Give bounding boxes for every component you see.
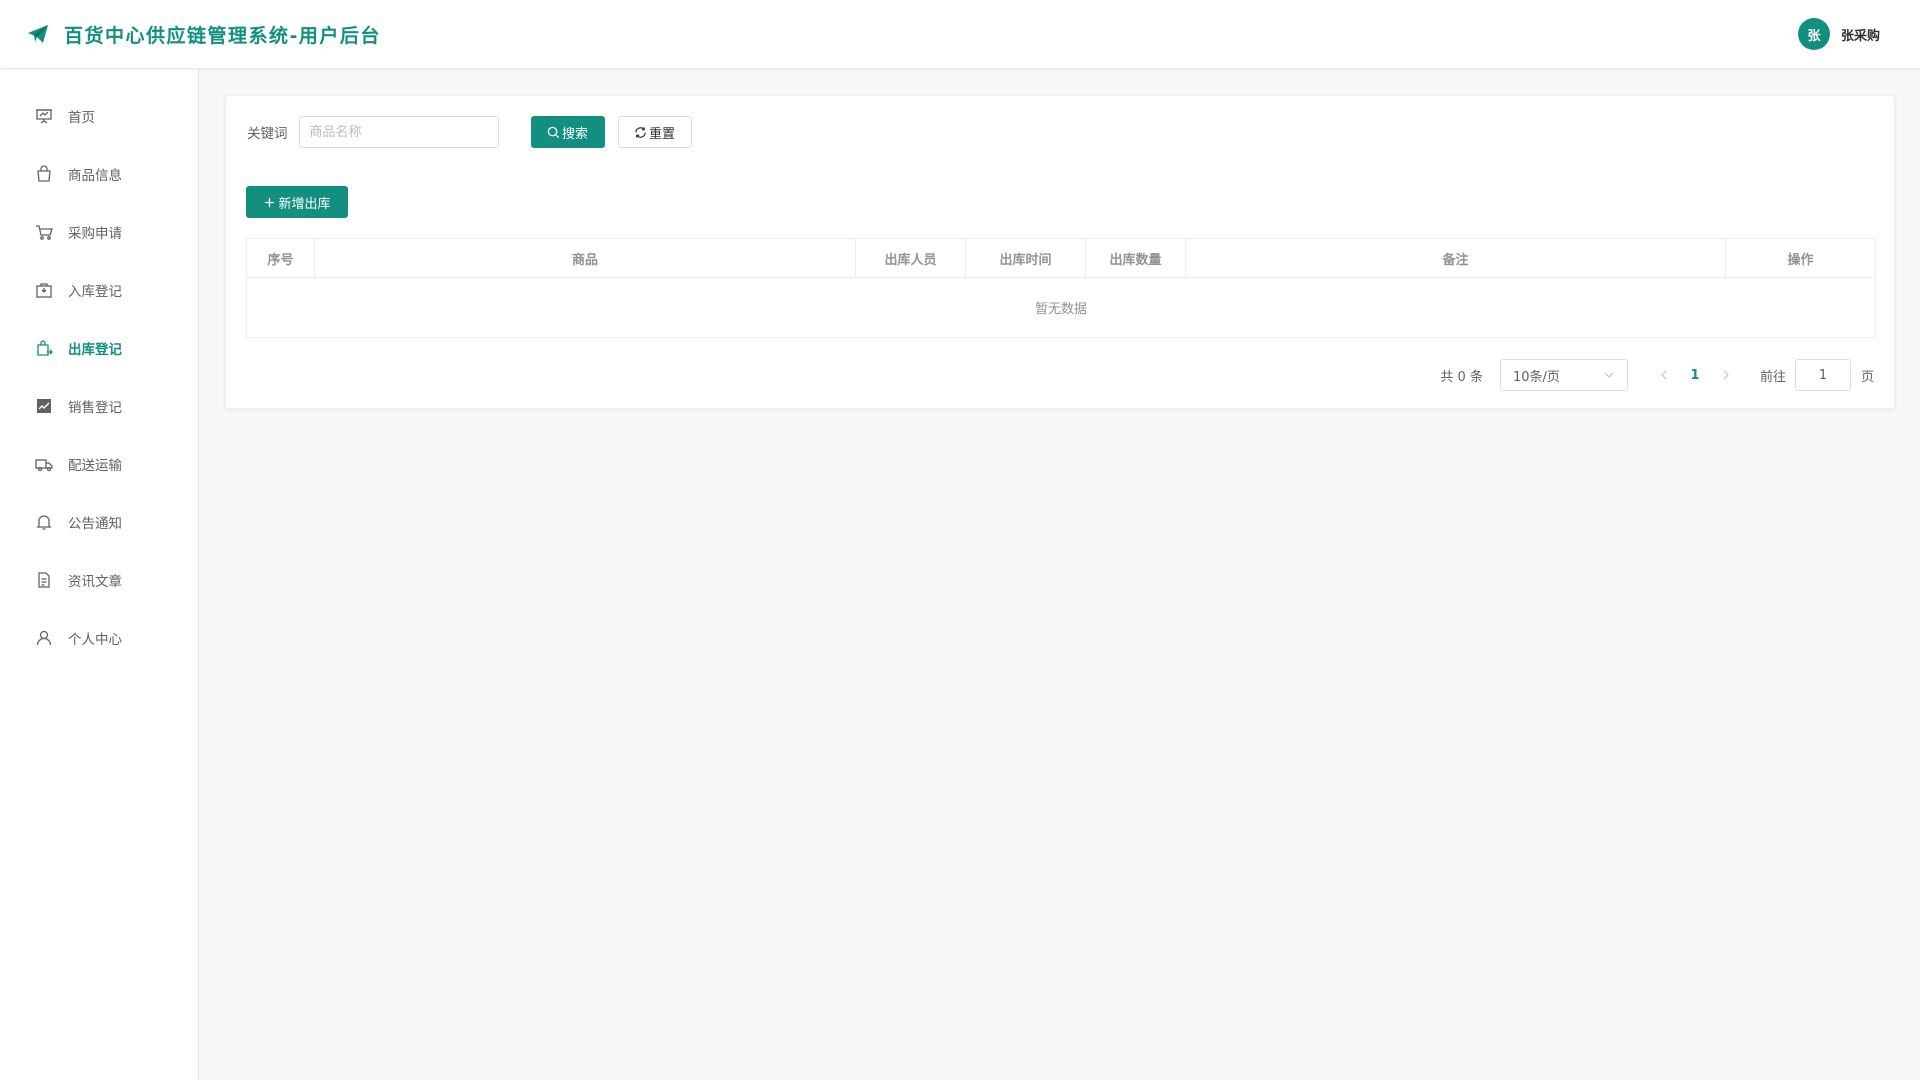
- sidebar-item-delivery[interactable]: 配送运输: [0, 435, 198, 493]
- paper-plane-icon: [28, 25, 48, 43]
- top-header: 百货中心供应链管理系统-用户后台 张 张采购: [0, 0, 1920, 69]
- outbound-table: 序号 商品 出库人员 出库时间 出库数量 备注 操作 暂无数据: [246, 238, 1876, 338]
- column-header: 序号: [247, 239, 315, 277]
- column-header: 商品: [315, 239, 856, 277]
- avatar[interactable]: 张: [1797, 18, 1830, 50]
- column-header: 出库数量: [1086, 239, 1186, 277]
- column-header: 出库人员: [856, 239, 966, 277]
- presentation-icon: [35, 107, 53, 125]
- sales-chart-icon: [35, 397, 53, 415]
- reset-button-label: 重置: [648, 126, 675, 142]
- sidebar-item-label: 商品信息: [68, 168, 122, 184]
- pagination: 共 0 条 10条/页 1 前往 页: [1440, 359, 1874, 391]
- truck-icon: [35, 455, 53, 473]
- add-outbound-button[interactable]: 新增出库: [246, 186, 348, 218]
- shopping-bag-icon: [35, 165, 53, 183]
- sidebar-item-label: 配送运输: [68, 458, 122, 474]
- shopping-cart-icon: [35, 223, 53, 241]
- chevron-left-icon: [1661, 370, 1667, 380]
- sidebar-item-label: 销售登记: [68, 400, 122, 416]
- table-header: 序号 商品 出库人员 出库时间 出库数量 备注 操作: [247, 239, 1875, 278]
- sidebar-item-articles[interactable]: 资讯文章: [0, 551, 198, 609]
- outbound-box-icon: [35, 339, 53, 357]
- add-button-label: 新增出库: [278, 196, 331, 212]
- reset-button[interactable]: 重置: [617, 116, 692, 148]
- user-menu[interactable]: 张 张采购: [1797, 18, 1880, 50]
- sidebar-item-home[interactable]: 首页: [0, 87, 198, 145]
- sidebar-item-sales[interactable]: 销售登记: [0, 377, 198, 435]
- sidebar-item-profile[interactable]: 个人中心: [0, 609, 198, 667]
- goto-suffix: 页: [1860, 369, 1874, 385]
- prev-page-button[interactable]: [1650, 369, 1678, 381]
- bell-icon: [35, 513, 53, 531]
- sidebar-item-label: 个人中心: [68, 632, 122, 648]
- user-name[interactable]: 张采购: [1841, 25, 1880, 44]
- total-count: 共 0 条: [1440, 369, 1483, 385]
- sidebar-item-purchase[interactable]: 采购申请: [0, 203, 198, 261]
- goto-label: 前往: [1759, 369, 1786, 385]
- column-header: 备注: [1186, 239, 1726, 277]
- sidebar-item-label: 采购申请: [68, 226, 122, 242]
- brand: 百货中心供应链管理系统-用户后台: [26, 21, 381, 48]
- sidebar-item-label: 首页: [68, 110, 95, 126]
- plus-icon: [265, 197, 275, 207]
- next-page-button[interactable]: [1712, 369, 1740, 381]
- sidebar-item-label: 资讯文章: [68, 574, 122, 590]
- column-header: 操作: [1787, 252, 1814, 268]
- goto-page-input[interactable]: [1794, 359, 1851, 391]
- sidebar-item-label: 入库登记: [68, 284, 122, 300]
- document-icon: [35, 571, 53, 589]
- sidebar-item-inbound[interactable]: 入库登记: [0, 261, 198, 319]
- page-size-select[interactable]: 10条/页: [1499, 359, 1628, 391]
- inbox-box-icon: [35, 281, 53, 299]
- search-button-label: 搜索: [561, 126, 588, 142]
- refresh-icon: [635, 126, 646, 138]
- user-icon: [35, 629, 53, 647]
- column-header: 出库时间: [966, 239, 1086, 277]
- sidebar-item-outbound[interactable]: 出库登记: [0, 319, 198, 377]
- empty-table-text: 暂无数据: [1034, 302, 1087, 317]
- page-number[interactable]: 1: [1678, 368, 1712, 383]
- app-title: 百货中心供应链管理系统-用户后台: [64, 24, 381, 47]
- keyword-label: 关键词: [247, 126, 288, 142]
- sidebar-item-notice[interactable]: 公告通知: [0, 493, 198, 551]
- content-card: 关键词 搜索 重置 新增出库 序号 商品 出库人员 出库时间 出库数量 备注 操…: [225, 95, 1895, 409]
- sidebar: 首页 商品信息 采购申请 入库登记 出库登记 销售登记 配送运输 公告通知 资讯…: [0, 69, 199, 1080]
- search-bar: 关键词 搜索 重置: [247, 116, 692, 148]
- search-icon: [547, 126, 560, 138]
- sidebar-item-label: 公告通知: [68, 516, 122, 532]
- chevron-right-icon: [1723, 370, 1729, 380]
- search-button[interactable]: 搜索: [530, 116, 605, 148]
- sidebar-item-label: 出库登记: [68, 342, 122, 358]
- sidebar-item-products[interactable]: 商品信息: [0, 145, 198, 203]
- chevron-down-icon: [1604, 372, 1614, 378]
- search-input[interactable]: [298, 116, 499, 148]
- page-size-value: 10条/页: [1512, 369, 1560, 385]
